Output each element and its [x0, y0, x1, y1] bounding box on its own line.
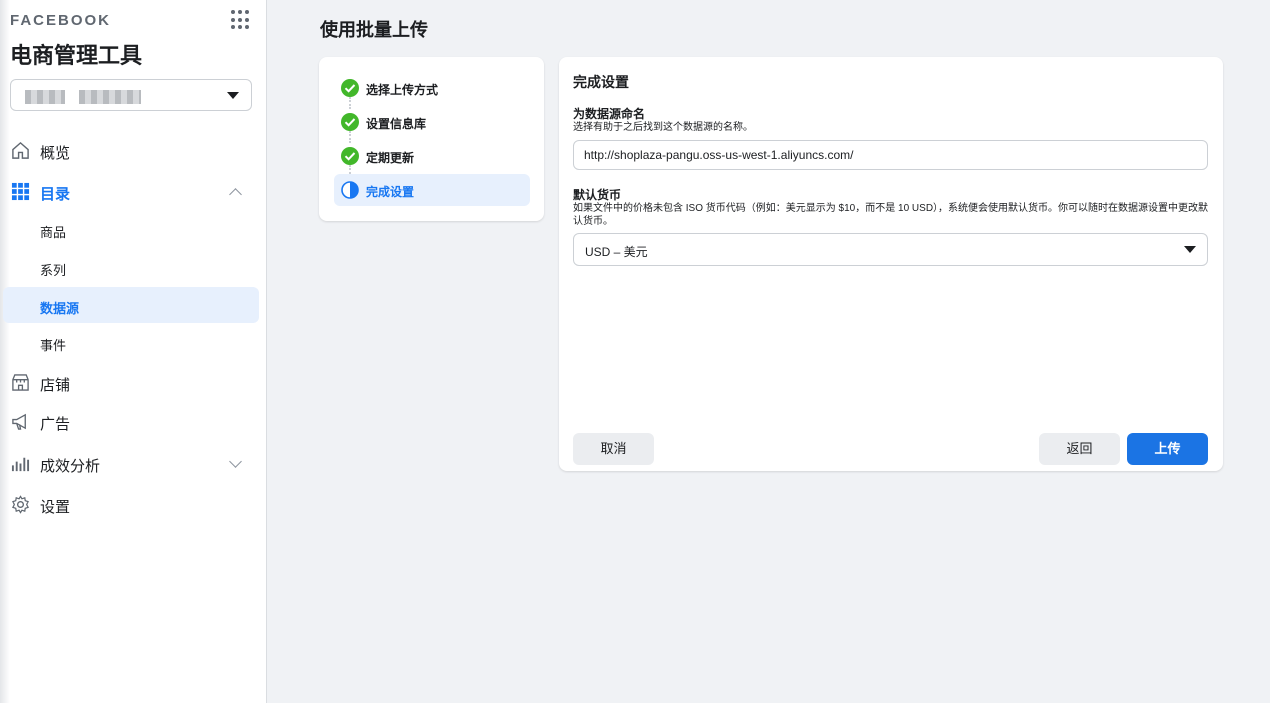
sidebar-item-data-sources[interactable]: 数据源 — [3, 287, 259, 323]
back-button[interactable]: 返回 — [1039, 433, 1120, 465]
step-label: 定期更新 — [366, 151, 415, 165]
nav-item-label: 概览 — [40, 145, 71, 162]
step-repository[interactable]: 设置信息库 — [334, 106, 530, 138]
nav-item-shop[interactable]: 店铺 — [0, 364, 267, 400]
chevron-up-icon — [229, 188, 242, 201]
sidebar-item-events[interactable]: 事件 — [3, 324, 259, 360]
check-circle-icon — [341, 79, 359, 97]
finish-setup-form: 完成设置 为数据源命名 选择有助于之后找到这个数据源的名称。 默认货币 如果文件… — [559, 57, 1223, 471]
currency-field-label: 默认货币 — [573, 188, 622, 202]
step-label: 完成设置 — [366, 185, 415, 199]
account-name-redacted — [25, 90, 65, 104]
sidebar-item-sets[interactable]: 系列 — [3, 249, 259, 285]
home-icon — [12, 141, 29, 159]
sub-item-label: 数据源 — [40, 301, 80, 316]
upload-button[interactable]: 上传 — [1127, 433, 1208, 465]
sub-item-label: 事件 — [40, 338, 67, 353]
currency-field-help: 如果文件中的价格未包含 ISO 货币代码（例如：美元显示为 $10，而不是 10… — [573, 203, 1209, 227]
sidebar-item-products[interactable]: 商品 — [3, 211, 259, 247]
app-title: 电商管理工具 — [10, 43, 143, 68]
nav-item-label: 店铺 — [40, 377, 71, 394]
nav-item-catalog[interactable]: 目录 — [0, 173, 267, 209]
account-selector[interactable] — [10, 79, 252, 111]
dropdown-caret-icon — [227, 92, 239, 99]
step-finish-setup[interactable]: 完成设置 — [334, 174, 530, 206]
nav-item-label: 成效分析 — [40, 458, 101, 475]
steps-card: 选择上传方式 设置信息库 定期更新 完成设置 — [319, 57, 544, 221]
step-scheduled-updates[interactable]: 定期更新 — [334, 140, 530, 172]
sub-item-label: 商品 — [40, 225, 67, 240]
bar-chart-icon — [11, 457, 30, 472]
step-upload-method[interactable]: 选择上传方式 — [334, 72, 530, 104]
gear-icon — [12, 495, 29, 514]
apps-grid-icon[interactable] — [231, 10, 251, 30]
check-circle-icon — [341, 147, 359, 165]
nav-item-settings[interactable]: 设置 — [0, 486, 267, 522]
chevron-down-icon — [229, 455, 242, 468]
step-label: 选择上传方式 — [366, 83, 439, 97]
check-circle-icon — [341, 113, 359, 131]
currency-select[interactable]: USD – 美元 — [573, 233, 1208, 266]
name-field-help: 选择有助于之后找到这个数据源的名称。 — [573, 122, 753, 133]
data-source-name-input[interactable] — [573, 140, 1208, 170]
nav-item-label: 目录 — [40, 186, 71, 203]
cancel-button[interactable]: 取消 — [573, 433, 654, 465]
nav-item-insights[interactable]: 成效分析 — [0, 445, 267, 481]
brand-logo: FACEBOOK — [10, 12, 112, 29]
nav-item-label: 广告 — [40, 416, 71, 433]
page-title: 使用批量上传 — [320, 20, 428, 40]
step-label: 设置信息库 — [366, 117, 427, 131]
sub-item-label: 系列 — [40, 263, 67, 278]
shop-icon — [12, 374, 29, 391]
half-circle-progress-icon — [341, 181, 359, 199]
account-name-redacted — [79, 90, 141, 104]
catalog-grid-icon — [11, 182, 30, 201]
nav-item-ads[interactable]: 广告 — [0, 403, 267, 439]
form-heading: 完成设置 — [573, 74, 629, 90]
megaphone-icon — [12, 413, 26, 430]
sidebar: FACEBOOK 电商管理工具 概览 目录 商品 系列 数据源 事件 店铺 广告… — [0, 0, 267, 703]
nav-item-overview[interactable]: 概览 — [0, 132, 267, 168]
currency-select-value: USD – 美元 — [585, 245, 648, 259]
nav-item-label: 设置 — [40, 499, 71, 516]
dropdown-caret-icon — [1184, 246, 1196, 253]
name-field-label: 为数据源命名 — [573, 107, 646, 121]
